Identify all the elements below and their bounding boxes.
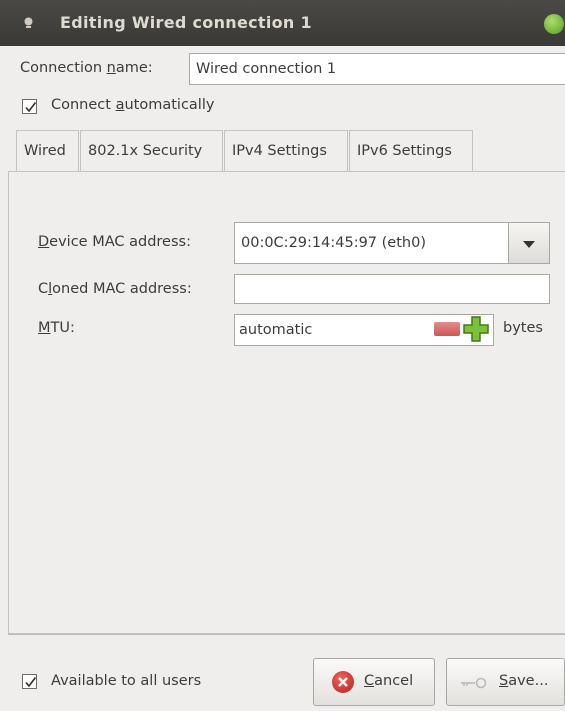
plus-icon[interactable] [462, 315, 490, 343]
tab-wired[interactable]: Wired [16, 130, 79, 173]
tab-ipv6-settings[interactable]: IPv6 Settings [349, 130, 473, 171]
save-button[interactable]: Save... [446, 658, 565, 706]
chevron-down-icon [523, 241, 535, 248]
checkmark-icon [25, 677, 37, 688]
connect-automatically-checkbox[interactable] [22, 99, 37, 114]
mtu-unit: bytes [503, 320, 543, 336]
checkmark-icon [25, 102, 37, 113]
device-mac-combo[interactable]: 00:0C:29:14:45:97 (eth0) [234, 222, 550, 264]
cancel-button[interactable]: Cancel [313, 658, 435, 706]
device-mac-label: Device MAC address: [38, 234, 191, 250]
footer-separator [8, 634, 565, 635]
connection-name-input[interactable]: Wired connection 1 [189, 53, 565, 85]
tab-8021x-security[interactable]: 802.1x Security [80, 130, 223, 171]
device-mac-value: 00:0C:29:14:45:97 (eth0) [241, 235, 426, 251]
title-bar: Editing Wired connection 1 [0, 0, 565, 46]
cloned-mac-label: Cloned MAC address: [38, 281, 192, 297]
cancel-icon [332, 671, 354, 693]
mtu-label: MTU: [38, 320, 75, 336]
connect-automatically-label: Connect automatically [51, 97, 215, 113]
window-menu-icon[interactable] [22, 16, 35, 29]
dropdown-button[interactable] [508, 223, 549, 263]
cloned-mac-input[interactable] [234, 274, 550, 304]
tab-ipv4-settings[interactable]: IPv4 Settings [224, 130, 348, 171]
available-to-all-users-checkbox[interactable] [22, 674, 37, 689]
save-label: Save... [499, 673, 549, 689]
connection-name-label: Connection name: [20, 60, 153, 76]
available-to-all-users-label: Available to all users [51, 673, 202, 689]
window-title: Editing Wired connection 1 [60, 13, 312, 32]
mtu-value: automatic [239, 322, 313, 338]
minus-icon[interactable] [434, 322, 460, 336]
cancel-label: Cancel [364, 673, 414, 689]
key-icon [461, 677, 487, 689]
close-icon[interactable] [544, 14, 564, 34]
